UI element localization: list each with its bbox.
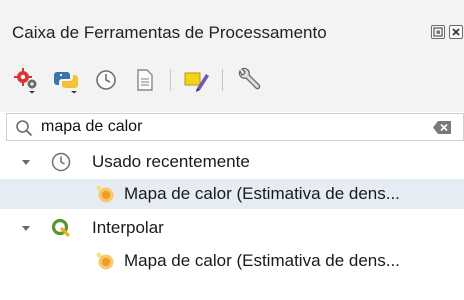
clock-icon [51,152,71,172]
tree-item-label: Mapa de calor (Estimativa de dens... [124,184,400,203]
window-top-strip [0,0,464,14]
tree-group-interpolate[interactable]: Interpolar [0,213,464,243]
wrench-icon[interactable] [234,66,262,94]
processing-toolbar [0,50,464,112]
panel-title: Caixa de Ferramentas de Processamento [12,23,327,42]
python-icon[interactable] [52,66,80,94]
heatmap-icon [96,185,114,203]
toolbar-separator [170,69,171,91]
pencil-highlighter-icon[interactable] [182,66,210,94]
clock-icon[interactable] [92,66,120,94]
tree-item-heatmap-recent[interactable]: Mapa de calor (Estimativa de dens... [0,179,464,209]
document-icon[interactable] [130,66,158,94]
tree-item-heatmap-interpolate[interactable]: Mapa de calor (Estimativa de dens... [0,246,464,276]
toolbar-separator [222,69,223,91]
tree-group-label: Interpolar [92,218,164,237]
algorithm-tree: Usado recentemente Mapa de calor (Estima… [0,145,464,300]
search-box[interactable] [6,113,464,141]
gears-icon[interactable] [12,66,40,94]
heatmap-icon [96,252,114,270]
close-icon[interactable] [449,25,463,39]
clear-icon[interactable] [433,121,451,134]
tree-group-recently-used[interactable]: Usado recentemente [0,147,464,177]
tree-group-label: Usado recentemente [92,152,250,171]
qgis-icon [51,218,70,237]
search-icon [16,120,33,137]
chevron-down-icon[interactable] [19,221,33,235]
float-icon[interactable] [431,25,445,39]
tree-item-label: Mapa de calor (Estimativa de dens... [124,251,400,270]
panel-title-bar: Caixa de Ferramentas de Processamento [0,14,464,50]
chevron-down-icon[interactable] [19,155,33,169]
search-input[interactable] [41,116,411,138]
